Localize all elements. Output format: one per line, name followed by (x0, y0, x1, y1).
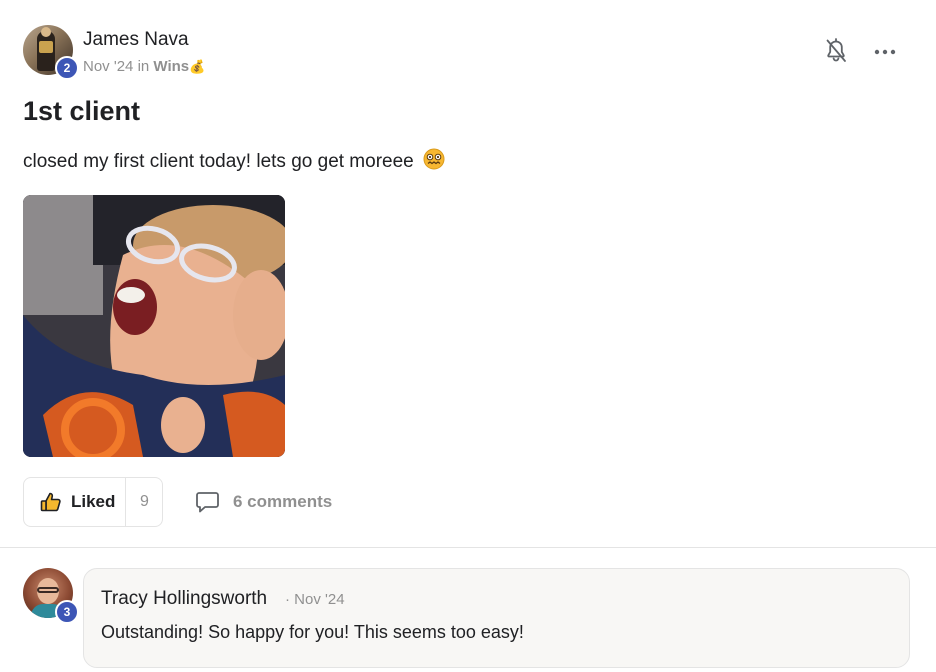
woozy-face-emoji-icon (423, 148, 445, 170)
commenter-level-badge: 3 (55, 600, 79, 624)
cheering-child-illustration (23, 195, 285, 457)
post-gif-image[interactable] (23, 195, 285, 457)
post-date: Nov '24 (83, 58, 134, 75)
avatar-glasses (37, 587, 59, 593)
post-title: 1st client (23, 96, 141, 126)
comment-author-name[interactable]: Tracy Hollingsworth (101, 588, 267, 610)
moneybag-icon: 💰 (189, 59, 206, 74)
post-body-text: closed my first client today! lets go ge… (23, 151, 414, 172)
bell-off-icon[interactable] (824, 38, 848, 64)
comment-date: Nov '24 (294, 591, 345, 608)
post-meta: Nov '24 in Wins💰 (83, 58, 205, 75)
thumbs-up-icon (40, 492, 61, 512)
comment-text: Outstanding! So happy for you! This seem… (101, 622, 524, 642)
author-level-badge: 2 (55, 56, 79, 80)
avatar-figure (37, 27, 55, 71)
like-count[interactable]: 9 (126, 478, 163, 526)
comment-card: Tracy Hollingsworth · Nov '24 Outstandin… (83, 568, 910, 668)
post-card: 2 James Nava Nov '24 in Wins💰 1st client… (0, 0, 936, 672)
comment-bubble-icon (196, 492, 219, 513)
section-divider (0, 547, 936, 548)
comments-button[interactable]: 6 comments (195, 488, 332, 516)
like-label: Liked (71, 492, 116, 511)
comment-separator: · (285, 591, 290, 608)
author-name[interactable]: James Nava (83, 29, 189, 51)
more-options-icon[interactable] (873, 40, 897, 64)
comment-meta: · Nov '24 (285, 591, 345, 608)
post-body: closed my first client today! lets go ge… (23, 148, 445, 173)
like-button[interactable]: Liked (24, 478, 125, 526)
post-meta-in: in (137, 58, 150, 75)
comments-count-label: 6 comments (233, 492, 333, 511)
post-category[interactable]: Wins (153, 58, 189, 75)
like-control: Liked 9 (23, 477, 163, 527)
